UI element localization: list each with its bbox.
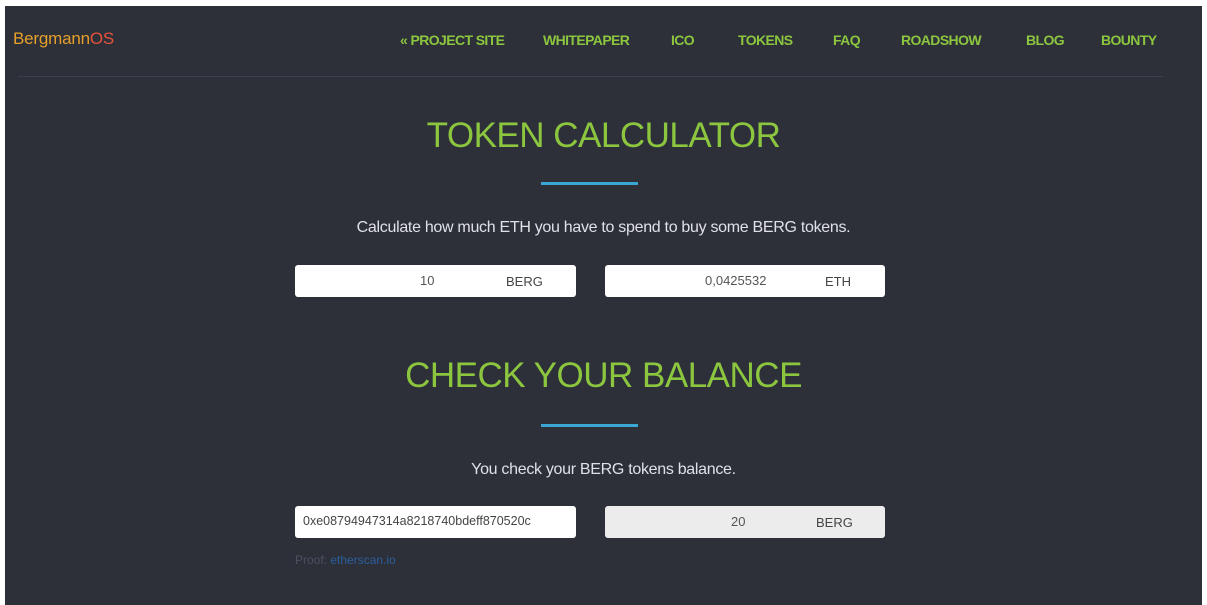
page: BergmannOS « PROJECT SITE WHITEPAPER ICO… bbox=[5, 6, 1202, 605]
nav-whitepaper[interactable]: WHITEPAPER bbox=[543, 32, 630, 52]
balance-output-field: 20 BERG bbox=[605, 506, 885, 538]
calculator-description: Calculate how much ETH you have to spend… bbox=[356, 219, 851, 236]
nav-bounty[interactable]: BOUNTY bbox=[1101, 32, 1157, 52]
nav-ico[interactable]: ICO bbox=[671, 32, 695, 52]
wallet-address-value: 0xe08794947314a8218740bdeff870520c bbox=[303, 514, 531, 528]
brand-name-part2: OS bbox=[89, 29, 115, 48]
navbar-divider bbox=[18, 76, 1163, 77]
balance-title: CHECK YOUR BALANCE bbox=[405, 356, 802, 395]
nav-project-site[interactable]: « PROJECT SITE bbox=[400, 32, 505, 52]
balance-amount-value: 20 bbox=[731, 514, 746, 529]
nav-tokens[interactable]: TOKENS bbox=[738, 32, 793, 52]
navbar: BergmannOS « PROJECT SITE WHITEPAPER ICO… bbox=[5, 6, 1202, 72]
calculator-title: TOKEN CALCULATOR bbox=[426, 116, 781, 155]
nav-blog[interactable]: BLOG bbox=[1026, 32, 1065, 52]
token-unit-label: BERG bbox=[506, 274, 543, 289]
eth-unit-label: ETH bbox=[825, 274, 851, 289]
wallet-address-input[interactable]: 0xe08794947314a8218740bdeff870520c bbox=[295, 506, 576, 538]
token-amount-input[interactable]: 10 BERG bbox=[295, 265, 576, 297]
etherscan-link[interactable]: etherscan.io bbox=[330, 553, 395, 567]
balance-unit-label: BERG bbox=[816, 515, 853, 530]
balance-description: You check your BERG tokens balance. bbox=[471, 461, 736, 478]
balance-title-underline bbox=[541, 424, 638, 427]
eth-amount-value: 0,0425532 bbox=[705, 273, 767, 288]
brand-name-part1: Bergmann bbox=[13, 29, 90, 48]
proof-line: Proof: etherscan.io bbox=[295, 553, 396, 567]
calculator-title-underline bbox=[541, 182, 638, 185]
eth-amount-input[interactable]: 0,0425532 ETH bbox=[605, 265, 885, 297]
brand-logo[interactable]: BergmannOS bbox=[13, 29, 114, 49]
token-amount-value: 10 bbox=[420, 273, 435, 288]
proof-label: Proof: bbox=[295, 553, 328, 567]
nav-roadshow[interactable]: ROADSHOW bbox=[901, 32, 982, 52]
nav-faq[interactable]: FAQ bbox=[833, 32, 861, 52]
